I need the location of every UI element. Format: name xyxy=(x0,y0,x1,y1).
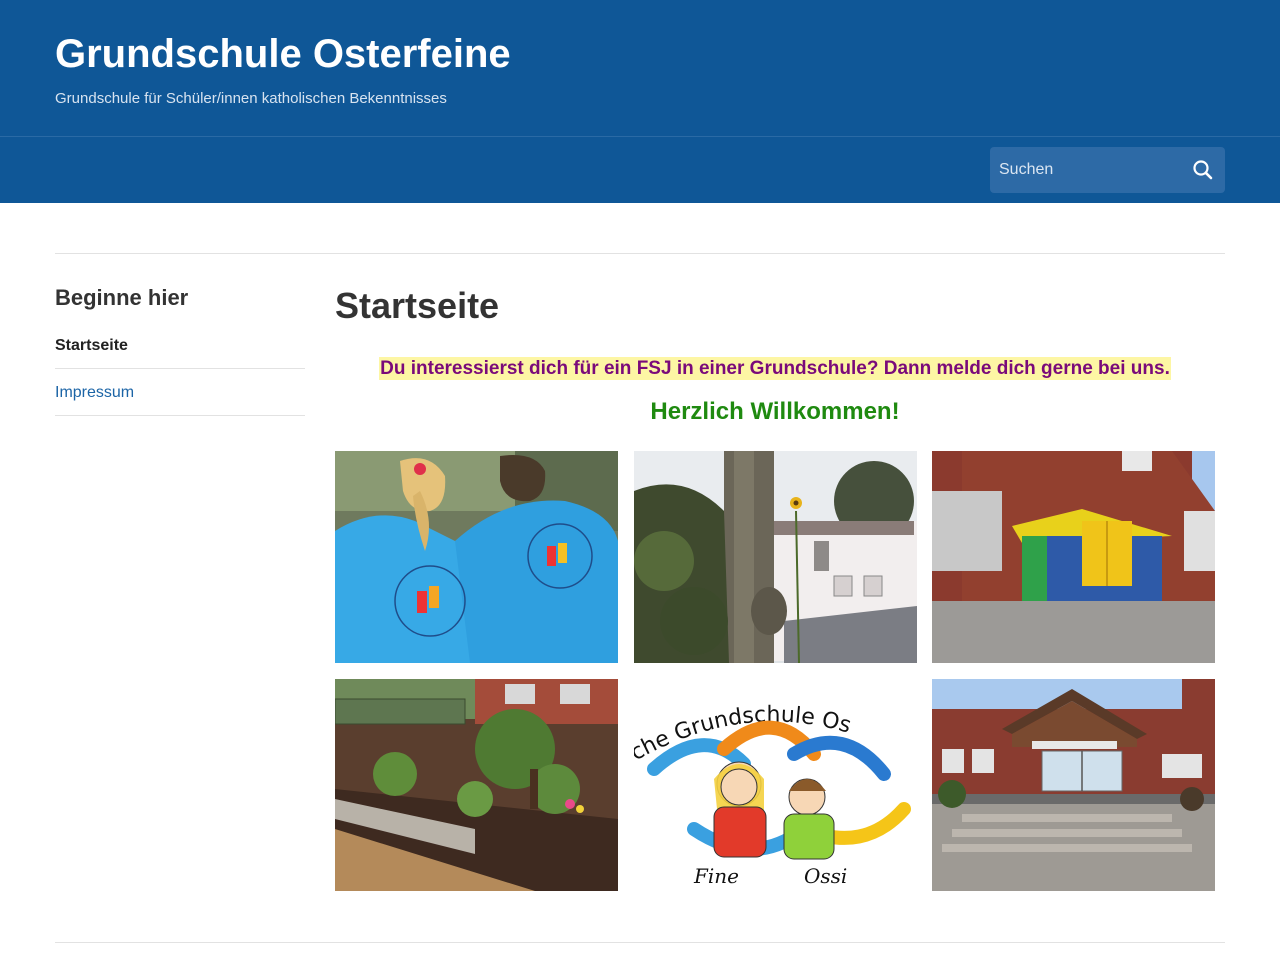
children-shirts-image xyxy=(335,451,618,663)
site-tagline: Grundschule für Schüler/innen katholisch… xyxy=(55,90,447,107)
search-input[interactable] xyxy=(990,147,1180,193)
page-title: Startseite xyxy=(335,285,500,326)
sidebar-item-startseite[interactable]: Startseite xyxy=(55,322,305,369)
gallery-photo-school-garden[interactable] xyxy=(335,679,618,891)
logo-name-ossi: Ossi xyxy=(804,864,847,888)
photo-gallery: sche Grundschule Os Fine Ossi xyxy=(335,451,1215,892)
sidebar-title: Beginne hier xyxy=(55,285,189,310)
gallery-photo-children-shirts[interactable] xyxy=(335,451,618,663)
sidebar: Beginne hier Startseite Impressum xyxy=(55,284,305,416)
site-branding: Grundschule Osterfeine Grundschule für S… xyxy=(55,30,511,107)
gallery-photo-school-entrance[interactable] xyxy=(932,679,1215,891)
fsj-notice-text: Du interessierst dich für ein FSJ in ein… xyxy=(379,357,1171,380)
fsj-notice: Du interessierst dich für ein FSJ in ein… xyxy=(335,357,1215,381)
site-header: Grundschule Osterfeine Grundschule für S… xyxy=(0,0,1280,203)
logo-name-fine: Fine xyxy=(693,864,739,888)
search-button[interactable] xyxy=(1191,158,1215,182)
content-top-divider xyxy=(55,253,1225,254)
gallery-photo-tree-house[interactable] xyxy=(634,451,917,663)
site-title-link[interactable]: Grundschule Osterfeine xyxy=(55,30,511,78)
sidebar-item-impressum[interactable]: Impressum xyxy=(55,369,305,416)
search-icon xyxy=(1193,160,1213,180)
school-logo-image: sche Grundschule Os Fine Ossi xyxy=(634,679,917,891)
header-divider xyxy=(0,136,1280,137)
gallery-school-logo[interactable]: sche Grundschule Os Fine Ossi xyxy=(634,679,917,891)
search-box xyxy=(990,147,1225,193)
main-content: Startseite Du interessierst dich für ein… xyxy=(335,284,1215,426)
school-garden-image xyxy=(335,679,618,891)
colorful-shed-image xyxy=(932,451,1215,663)
gallery-photo-colorful-shed[interactable] xyxy=(932,451,1215,663)
tree-house-image xyxy=(634,451,917,663)
content-bottom-divider xyxy=(55,942,1225,943)
welcome-heading: Herzlich Willkommen! xyxy=(650,398,900,425)
school-entrance-image xyxy=(932,679,1215,891)
